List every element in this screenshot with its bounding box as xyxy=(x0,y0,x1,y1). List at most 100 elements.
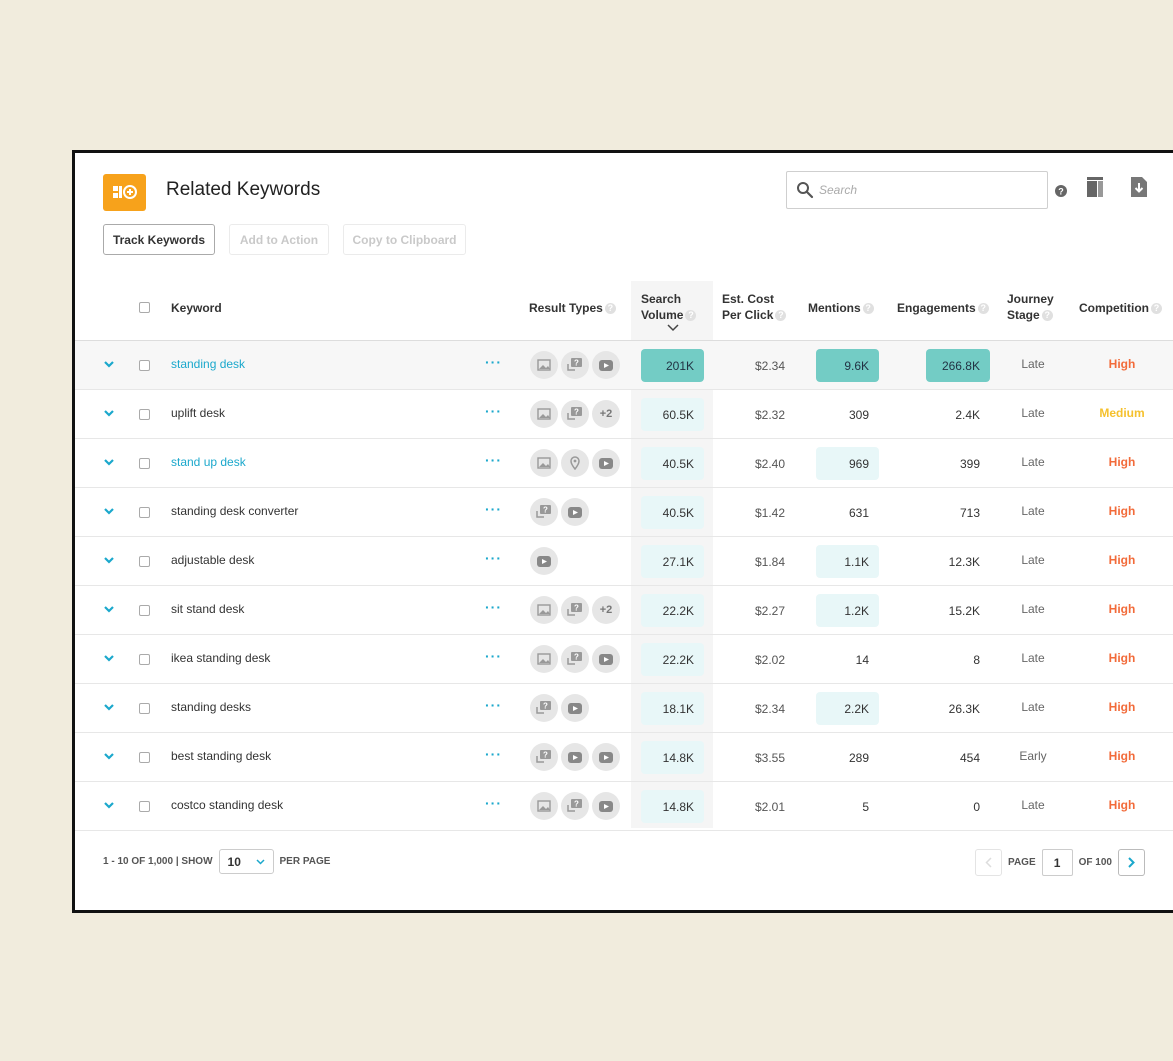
row-checkbox[interactable] xyxy=(139,409,150,420)
video-result-icon[interactable] xyxy=(592,743,620,771)
mentions-column-header[interactable]: Mentions? xyxy=(808,300,874,316)
help-icon[interactable]: ? xyxy=(1151,303,1162,315)
columns-icon[interactable] xyxy=(1087,177,1103,197)
result-types-column-header[interactable]: Result Types? xyxy=(529,300,616,316)
expand-row-chevron-icon[interactable] xyxy=(103,456,115,468)
expand-row-chevron-icon[interactable] xyxy=(103,407,115,419)
mentions-cell: 631 xyxy=(848,505,869,520)
qa-result-icon[interactable]: ? xyxy=(561,596,589,624)
more-options-icon[interactable]: ··· xyxy=(485,354,502,370)
more-options-icon[interactable]: ··· xyxy=(485,795,502,811)
video-result-icon[interactable] xyxy=(561,498,589,526)
journey-stage-cell: Late xyxy=(1021,651,1045,665)
qa-result-icon[interactable]: ? xyxy=(561,351,589,379)
expand-row-chevron-icon[interactable] xyxy=(103,603,115,615)
related-keywords-panel: Related Keywords ? Track Keywords Add to… xyxy=(72,150,1173,913)
keyword-text: standing desk converter xyxy=(171,504,299,518)
more-result-types-badge[interactable]: +2 xyxy=(592,400,620,428)
engagements-column-header[interactable]: Engagements? xyxy=(897,300,989,316)
video-result-icon[interactable] xyxy=(592,645,620,673)
video-result-icon[interactable] xyxy=(561,694,589,722)
select-all-checkbox[interactable] xyxy=(139,302,150,313)
video-result-icon[interactable] xyxy=(592,792,620,820)
image-result-icon[interactable] xyxy=(530,400,558,428)
more-result-types-badge[interactable]: +2 xyxy=(592,596,620,624)
image-result-icon[interactable] xyxy=(530,645,558,673)
table-row: stand up desk ··· 40.5K $2.40 969 399 Late High xyxy=(75,439,1173,488)
expand-row-chevron-icon[interactable] xyxy=(103,750,115,762)
help-icon[interactable]: ? xyxy=(1055,185,1067,197)
keyword-text[interactable]: stand up desk xyxy=(171,455,246,469)
row-checkbox[interactable] xyxy=(139,556,150,567)
more-options-icon[interactable]: ··· xyxy=(485,403,502,419)
result-types: ? xyxy=(530,743,620,771)
track-keywords-button[interactable]: Track Keywords xyxy=(103,224,215,255)
expand-row-chevron-icon[interactable] xyxy=(103,652,115,664)
engagements-label: Engagements xyxy=(897,301,976,315)
page-number-input[interactable]: 1 xyxy=(1041,849,1073,876)
search-box[interactable] xyxy=(786,171,1048,209)
expand-row-chevron-icon[interactable] xyxy=(103,554,115,566)
video-result-icon[interactable] xyxy=(561,743,589,771)
qa-result-icon[interactable]: ? xyxy=(561,792,589,820)
export-icon[interactable] xyxy=(1131,177,1147,197)
keyword-text[interactable]: standing desk xyxy=(171,357,245,371)
row-checkbox[interactable] xyxy=(139,458,150,469)
competition-column-header[interactable]: Competition? xyxy=(1079,300,1162,316)
more-options-icon[interactable]: ··· xyxy=(485,746,502,762)
keyword-text: standing desks xyxy=(171,700,252,714)
row-checkbox[interactable] xyxy=(139,801,150,812)
row-checkbox[interactable] xyxy=(139,654,150,665)
copy-to-clipboard-button[interactable]: Copy to Clipboard xyxy=(343,224,466,255)
search-input[interactable] xyxy=(819,180,1039,200)
expand-row-chevron-icon[interactable] xyxy=(103,505,115,517)
sort-descending-icon[interactable] xyxy=(667,324,679,332)
more-options-icon[interactable]: ··· xyxy=(485,452,502,468)
keyword-column-header[interactable]: Keyword xyxy=(171,300,222,316)
image-result-icon[interactable] xyxy=(530,449,558,477)
journey-label-1: Journey xyxy=(1007,292,1054,306)
qa-result-icon[interactable]: ? xyxy=(530,743,558,771)
help-icon[interactable]: ? xyxy=(862,303,874,315)
video-result-icon[interactable] xyxy=(592,449,620,477)
expand-row-chevron-icon[interactable] xyxy=(103,799,115,811)
qa-result-icon[interactable]: ? xyxy=(561,645,589,673)
row-checkbox[interactable] xyxy=(139,360,150,371)
qa-result-icon[interactable]: ? xyxy=(530,694,558,722)
competition-cell: High xyxy=(1108,357,1136,371)
more-options-icon[interactable]: ··· xyxy=(485,501,502,517)
help-icon[interactable]: ? xyxy=(685,310,697,322)
expand-row-chevron-icon[interactable] xyxy=(103,701,115,713)
location-result-icon[interactable] xyxy=(561,449,589,477)
chevron-right-icon xyxy=(1128,857,1135,868)
journey-stage-column-header[interactable]: Journey Stage? xyxy=(1007,291,1054,323)
more-options-icon[interactable]: ··· xyxy=(485,648,502,664)
next-page-button[interactable] xyxy=(1118,849,1145,876)
image-result-icon[interactable] xyxy=(530,596,558,624)
row-checkbox[interactable] xyxy=(139,507,150,518)
table-row: standing desks ···? 18.1K $2.34 2.2K 26.3K Lat… xyxy=(75,684,1173,733)
expand-row-chevron-icon[interactable] xyxy=(103,358,115,370)
help-icon[interactable]: ? xyxy=(604,303,616,315)
row-checkbox[interactable] xyxy=(139,605,150,616)
video-result-icon[interactable] xyxy=(592,351,620,379)
more-options-icon[interactable]: ··· xyxy=(485,550,502,566)
help-icon[interactable]: ? xyxy=(1041,310,1053,322)
qa-result-icon[interactable]: ? xyxy=(530,498,558,526)
video-result-icon[interactable] xyxy=(530,547,558,575)
qa-result-icon[interactable]: ? xyxy=(561,400,589,428)
add-to-action-button[interactable]: Add to Action xyxy=(229,224,329,255)
row-checkbox[interactable] xyxy=(139,752,150,763)
previous-page-button[interactable] xyxy=(975,849,1003,876)
cpc-column-header[interactable]: Est. Cost Per Click? xyxy=(722,291,787,323)
row-checkbox[interactable] xyxy=(139,703,150,714)
result-types: ? +2 xyxy=(530,596,620,624)
search-volume-column-header[interactable]: Search Volume? xyxy=(641,291,697,323)
image-result-icon[interactable] xyxy=(530,792,558,820)
image-result-icon[interactable] xyxy=(530,351,558,379)
help-icon[interactable]: ? xyxy=(775,310,787,322)
more-options-icon[interactable]: ··· xyxy=(485,599,502,615)
help-icon[interactable]: ? xyxy=(977,303,989,315)
more-options-icon[interactable]: ··· xyxy=(485,697,502,713)
per-page-select[interactable]: 10 xyxy=(218,849,274,874)
